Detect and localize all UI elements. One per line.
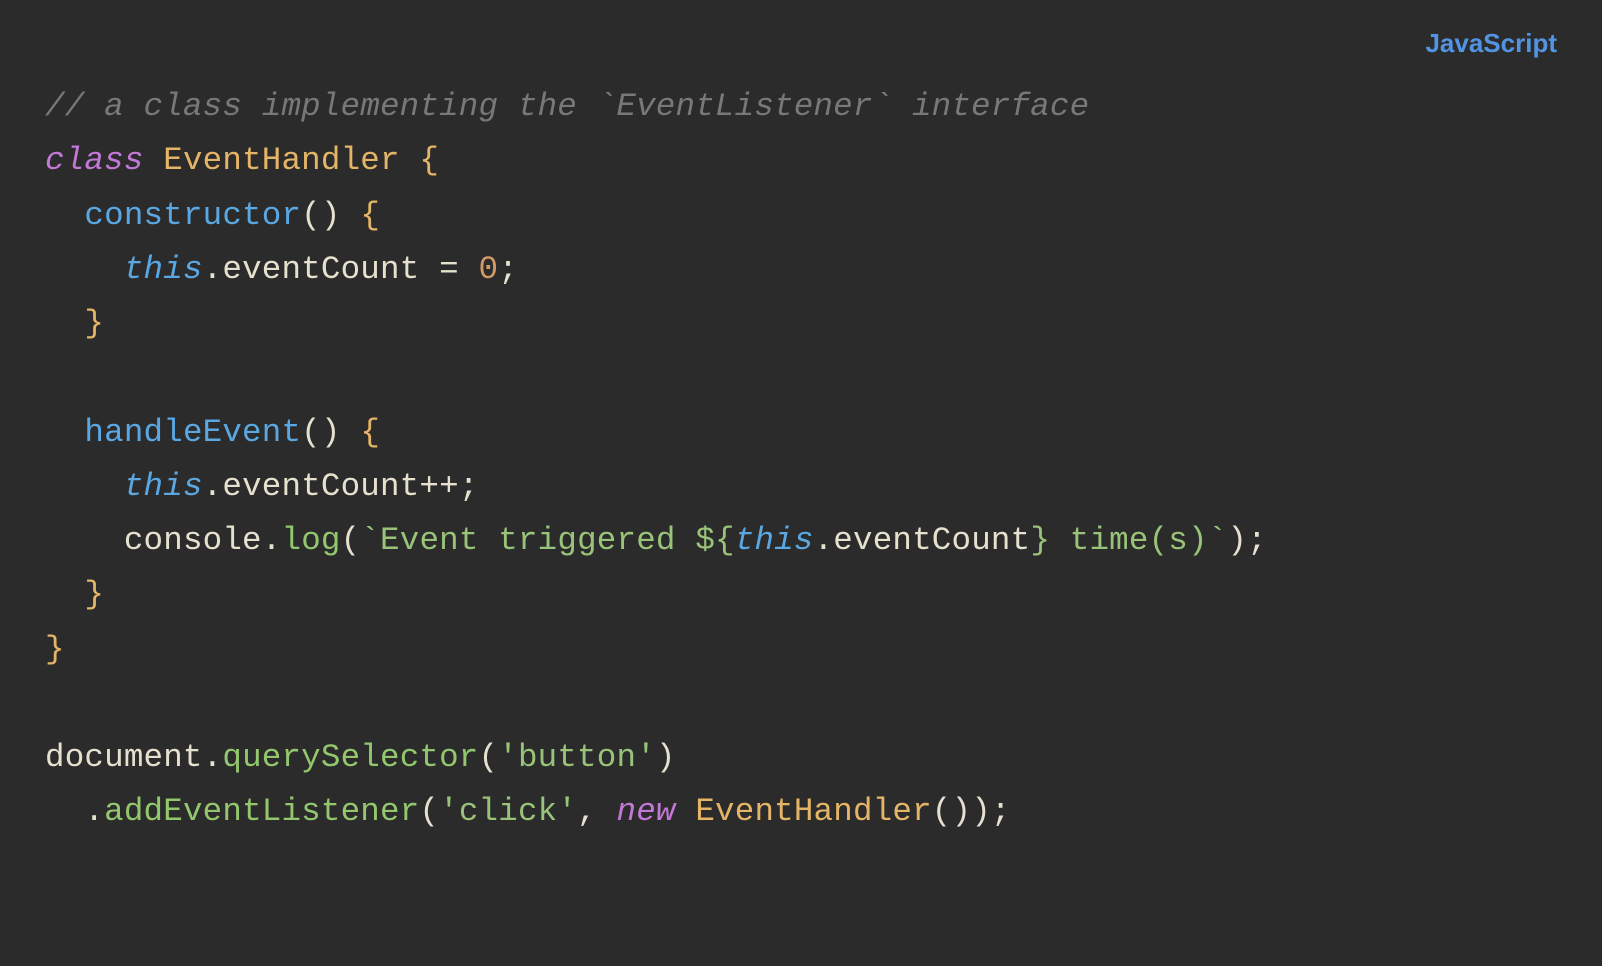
this-keyword: this xyxy=(124,251,203,288)
parens: () xyxy=(301,197,340,234)
method-addeventlistener: addEventListener xyxy=(104,793,419,830)
class-name: EventHandler xyxy=(695,793,931,830)
language-label: JavaScript xyxy=(1425,28,1557,59)
brace-open: { xyxy=(360,414,380,451)
brace-close: } xyxy=(84,305,104,342)
keyword-class: class xyxy=(45,142,144,179)
string-literal: 'click' xyxy=(439,793,577,830)
string-literal: 'button' xyxy=(498,739,656,776)
brace-open: { xyxy=(419,142,439,179)
code-viewer: JavaScript // a class implementing the `… xyxy=(0,0,1602,966)
function-handleevent: handleEvent xyxy=(84,414,301,451)
this-keyword: this xyxy=(124,468,203,505)
property-eventcount: eventCount xyxy=(833,522,1030,559)
brace-open: { xyxy=(360,197,380,234)
class-name: EventHandler xyxy=(163,142,399,179)
function-constructor: constructor xyxy=(84,197,301,234)
brace-close: } xyxy=(84,576,104,613)
console-object: console xyxy=(124,522,262,559)
method-log: log xyxy=(281,522,340,559)
template-string: ` xyxy=(360,522,380,559)
number-literal: 0 xyxy=(479,251,499,288)
property-eventcount: eventCount xyxy=(222,251,419,288)
keyword-new: new xyxy=(616,793,675,830)
brace-close: } xyxy=(45,631,65,668)
document-object: document xyxy=(45,739,203,776)
code-block[interactable]: // a class implementing the `EventListen… xyxy=(45,80,1557,840)
this-keyword: this xyxy=(735,522,814,559)
code-comment: // a class implementing the `EventListen… xyxy=(45,88,1089,125)
property-eventcount: eventCount xyxy=(222,468,419,505)
method-queryselector: querySelector xyxy=(222,739,478,776)
